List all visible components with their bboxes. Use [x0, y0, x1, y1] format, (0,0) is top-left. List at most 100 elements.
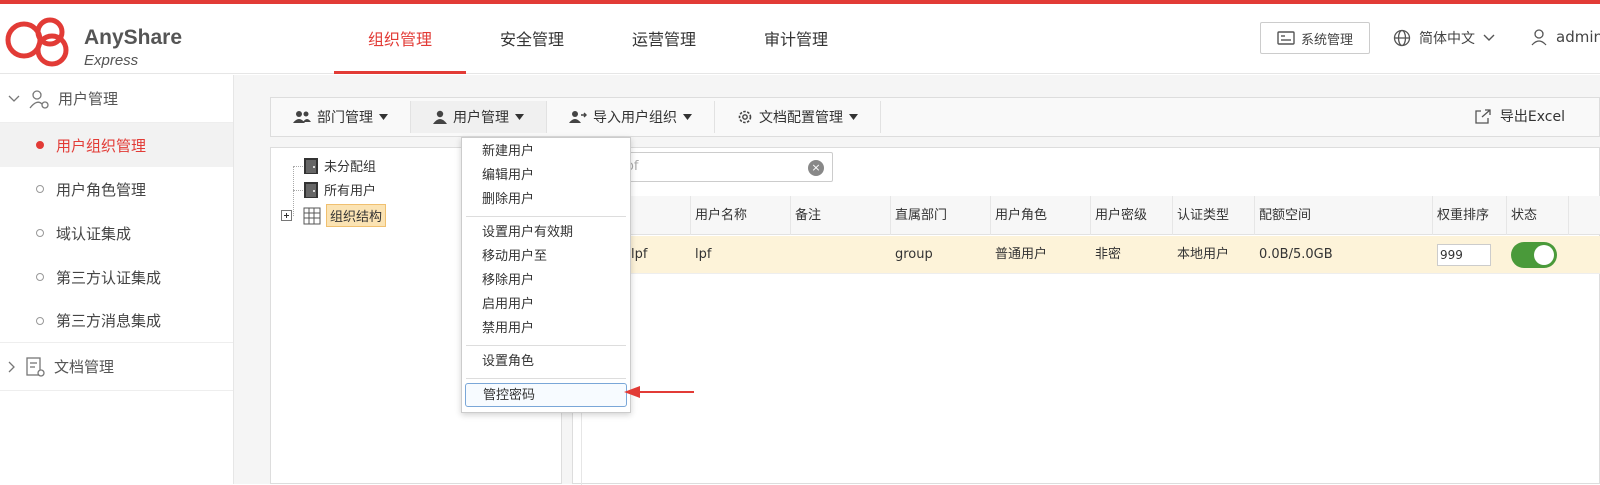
door-icon — [304, 157, 318, 174]
document-settings-icon — [26, 356, 45, 377]
red-arrow-annotation — [624, 386, 694, 398]
tree-node-label: 所有用户 — [324, 184, 377, 199]
cell-weight: 999 — [1433, 236, 1507, 274]
sidebar-group-document-management[interactable]: 文档管理 — [0, 343, 233, 391]
building-icon — [303, 207, 321, 224]
sidebar-item-user-org-management[interactable]: 用户组织管理 — [0, 123, 233, 167]
tree-node-all-users[interactable]: 所有用户 — [303, 180, 376, 199]
import-user-org-button[interactable]: 导入用户组织 — [547, 101, 715, 133]
cell-department: group — [895, 247, 933, 262]
export-excel-button[interactable]: 导出Excel — [1474, 106, 1565, 126]
user-icon — [433, 110, 447, 124]
menu-item-enable-user[interactable]: 启用用户 — [462, 293, 630, 317]
bullet-icon — [36, 229, 44, 237]
user-menu[interactable]: admin — [1530, 28, 1600, 46]
nav-org-management[interactable]: 组织管理 — [334, 4, 466, 74]
user-icon — [1531, 29, 1547, 46]
nav-security-management[interactable]: 安全管理 — [466, 4, 598, 74]
language-label: 简体中文 — [1419, 31, 1475, 47]
status-toggle[interactable] — [1511, 242, 1557, 268]
user-management-button[interactable]: 用户管理 — [411, 101, 547, 133]
menu-item-set-role[interactable]: 设置角色 — [462, 350, 630, 374]
menu-item-new-user[interactable]: 新建用户 — [462, 140, 630, 164]
caret-down-icon — [515, 114, 524, 120]
server-icon — [1277, 31, 1295, 45]
export-icon — [1475, 109, 1491, 124]
menu-divider — [466, 216, 626, 217]
caret-down-icon — [379, 114, 388, 120]
bullet-icon — [36, 185, 44, 193]
column-header[interactable]: 配额空间 — [1255, 196, 1433, 235]
language-selector[interactable]: 简体中文 — [1393, 28, 1495, 48]
menu-item-set-validity[interactable]: 设置用户有效期 — [462, 221, 630, 245]
expand-plus-icon[interactable] — [281, 210, 292, 221]
sidebar-item-third-party-auth[interactable]: 第三方认证集成 — [0, 255, 233, 299]
sidebar-item-third-party-message[interactable]: 第三方消息集成 — [0, 299, 233, 343]
column-header[interactable]: 权重排序 — [1433, 196, 1507, 235]
user-management-label: 用户管理 — [453, 110, 509, 126]
chevron-down-icon — [1483, 34, 1495, 41]
clear-icon[interactable]: × — [808, 160, 824, 176]
department-management-button[interactable]: 部门管理 — [271, 101, 411, 133]
export-excel-label: 导出Excel — [1499, 109, 1565, 125]
cell-status — [1507, 236, 1569, 274]
sidebar-item-label: 第三方认证集成 — [56, 268, 162, 287]
column-header[interactable]: 用户名称 — [691, 196, 791, 235]
import-users-icon — [569, 111, 587, 123]
sidebar: 用户管理 用户组织管理 用户角色管理 域认证集成 第三方认证集成 第三方消息集成… — [0, 75, 234, 484]
nav-audit-management[interactable]: 审计管理 — [730, 4, 862, 74]
department-management-label: 部门管理 — [317, 110, 373, 126]
import-user-org-label: 导入用户组织 — [593, 110, 677, 126]
table-row[interactable]: lpf lpf group 普通用户 非密 本地用户 0.0B/5.0GB 99… — [573, 236, 1600, 274]
column-header[interactable]: 用户角色 — [991, 196, 1091, 235]
sidebar-item-domain-auth[interactable]: 域认证集成 — [0, 211, 233, 255]
main-nav: 组织管理 安全管理 运营管理 审计管理 — [334, 4, 862, 74]
weight-input[interactable]: 999 — [1437, 244, 1491, 266]
group-icon — [293, 111, 311, 123]
tree-node-org-structure[interactable]: 组织结构 — [281, 204, 387, 227]
sidebar-item-label: 用户角色管理 — [56, 180, 147, 199]
bullet-icon — [36, 141, 44, 149]
system-management-label: 系统管理 — [1300, 32, 1353, 48]
menu-item-delete-user[interactable]: 删除用户 — [462, 188, 630, 212]
chevron-down-icon — [8, 95, 20, 102]
column-header[interactable]: 直属部门 — [891, 196, 991, 235]
caret-down-icon — [683, 114, 692, 120]
logo-title: AnyShare — [84, 26, 183, 49]
search-input[interactable]: lpf × — [603, 152, 833, 182]
bullet-icon — [36, 273, 44, 281]
document-config-button[interactable]: 文档配置管理 — [715, 101, 881, 133]
header: AnyShare Express 组织管理 安全管理 运营管理 审计管理 系统管… — [0, 4, 1600, 74]
table-header: 显示名称 用户名称 备注 直属部门 用户角色 用户密级 认证类型 配额空间 权重… — [573, 196, 1600, 235]
cell-role: 普通用户 — [995, 247, 1048, 262]
column-header[interactable]: 认证类型 — [1173, 196, 1255, 235]
cell-note — [791, 236, 891, 274]
column-header[interactable]: 用户密级 — [1091, 196, 1173, 235]
cell-security-level: 非密 — [1095, 247, 1122, 262]
menu-item-edit-user[interactable]: 编辑用户 — [462, 164, 630, 188]
caret-down-icon — [849, 114, 858, 120]
tree-node-unassigned[interactable]: 未分配组 — [303, 156, 376, 175]
sidebar-group-user-management[interactable]: 用户管理 — [0, 75, 233, 123]
column-header[interactable]: 备注 — [791, 196, 891, 235]
logo-icon — [5, 17, 69, 67]
menu-item-control-password[interactable]: 管控密码 — [465, 383, 627, 407]
sidebar-item-label: 域认证集成 — [56, 224, 132, 243]
menu-item-disable-user[interactable]: 禁用用户 — [462, 317, 630, 341]
menu-divider — [466, 378, 626, 379]
tree-connector — [293, 190, 303, 191]
tree-node-label: 未分配组 — [324, 160, 377, 175]
menu-item-remove-user[interactable]: 移除用户 — [462, 269, 630, 293]
nav-operations-management[interactable]: 运营管理 — [598, 4, 730, 74]
bullet-icon — [36, 316, 44, 325]
main-content: 部门管理 用户管理 导入用户组织 文档配置管理 导出Excel 未分配组 所有用… — [234, 75, 1600, 485]
menu-item-move-user[interactable]: 移动用户至 — [462, 245, 630, 269]
globe-icon — [1393, 29, 1411, 47]
user-management-dropdown: 新建用户 编辑用户 删除用户 设置用户有效期 移动用户至 移除用户 启用用户 禁… — [461, 137, 631, 413]
system-management-button[interactable]: 系统管理 — [1260, 22, 1370, 54]
column-header[interactable]: 状态 — [1507, 196, 1569, 235]
sidebar-item-label: 用户组织管理 — [56, 136, 147, 155]
sidebar-item-user-role-management[interactable]: 用户角色管理 — [0, 167, 233, 211]
tree-connector — [293, 166, 303, 167]
gear-icon — [738, 110, 752, 124]
